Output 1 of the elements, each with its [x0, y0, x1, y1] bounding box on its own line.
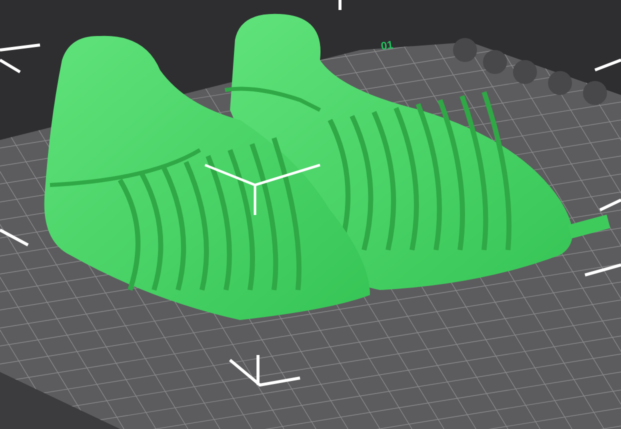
- plate-label: 01: [380, 38, 394, 55]
